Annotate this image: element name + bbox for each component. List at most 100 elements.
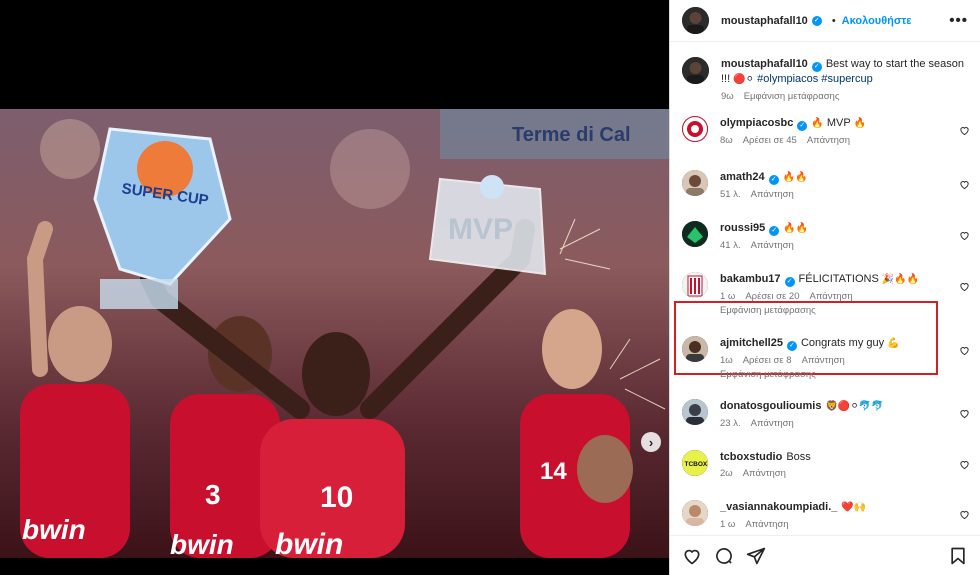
comment-username[interactable]: olympiacosbc [720, 117, 793, 129]
comment-emoji: 🔥🔥 [782, 172, 808, 183]
comment-time: 8ω [720, 135, 733, 146]
comment-likes[interactable]: Αρέσει σε 20 [745, 291, 799, 302]
next-image-button[interactable]: › [641, 432, 661, 452]
post-actions-bar [670, 535, 980, 575]
comment-item: ajmitchell25 ✓ Congrats my guy 💪 1ω Αρέσει … [682, 336, 970, 380]
comment-item-highlighted: bakambu17 ✓ FÉLICITATIONS 🎉🔥🔥 1 ω Αρέσει σε… [682, 272, 970, 316]
comment-item: donatosgoulioumis 🦁🔴⚪🐬🐬 23 λ. Απάντηση [682, 399, 970, 429]
comment-avatar[interactable] [682, 170, 708, 196]
heart-icon[interactable] [959, 345, 970, 356]
jersey-center-number: 10 [320, 481, 353, 514]
caption-time: 9ω [721, 91, 734, 102]
comment-emoji: 🦁🔴⚪🐬🐬 [825, 401, 884, 412]
verified-icon: ✓ [768, 175, 779, 185]
comment-item: _vasiannakoumpiadi._ ❤️🙌 1 ω Απάντηση [682, 500, 970, 530]
author-avatar[interactable] [682, 7, 709, 34]
comment-emoji: 🔥 [811, 118, 824, 129]
comment-avatar[interactable] [682, 221, 708, 247]
banner-text: Terme di Cal [512, 124, 631, 146]
reply-button[interactable]: Απάντηση [751, 240, 794, 251]
heart-icon[interactable] [959, 281, 970, 292]
heart-icon[interactable] [959, 230, 970, 241]
comment-username[interactable]: roussi95 [720, 222, 765, 234]
sponsor-text-center: bwin [275, 528, 343, 558]
comment-emoji: 🎉🔥🔥 [881, 274, 920, 285]
heart-icon[interactable] [959, 509, 970, 520]
comment-avatar[interactable] [682, 336, 708, 362]
caption-hashtags[interactable]: #olympiacos #supercup [757, 73, 873, 85]
reply-button[interactable]: Απάντηση [745, 519, 788, 530]
comment-item: olympiacosbc ✓ 🔥 MVP 🔥 8ω Αρέσει σε 45 Απάντ… [682, 116, 970, 146]
comment-text: Boss [786, 451, 811, 463]
heart-icon[interactable] [959, 408, 970, 419]
comment-time: 23 λ. [720, 418, 741, 429]
post-side-panel: moustaphafall10 ✓ • Ακολουθήστε ••• mous… [669, 0, 980, 575]
comment-emoji: ❤️🙌 [841, 502, 867, 513]
reply-button[interactable]: Απάντηση [807, 135, 850, 146]
verified-icon: ✓ [786, 341, 797, 351]
comment-likes[interactable]: Αρέσει σε 8 [743, 355, 792, 366]
comment-avatar[interactable] [682, 272, 708, 298]
comment-time: 41 λ. [720, 240, 741, 251]
comment-text: MVP [826, 117, 851, 129]
caption-meta: 9ω Εμφάνιση μετάφρασης [721, 91, 970, 102]
comment-username[interactable]: tcboxstudio [720, 451, 782, 463]
comment-time: 1 ω [720, 519, 736, 530]
follow-button[interactable]: Ακολουθήστε [842, 15, 912, 27]
author-username[interactable]: moustaphafall10 [721, 15, 808, 27]
comment-avatar[interactable] [682, 116, 708, 142]
comment-time: 51 λ. [720, 189, 741, 200]
comment-emoji: 🔥 [853, 118, 867, 129]
caption-username[interactable]: moustaphafall10 [721, 58, 808, 70]
jersey-right-number: 14 [540, 458, 567, 485]
comment-text: FÉLICITATIONS [798, 273, 879, 285]
bookmark-icon[interactable] [948, 546, 968, 566]
sponsor-text-far-left: bwin [22, 514, 86, 545]
caption-text: moustaphafall10 ✓ Best way to start the se… [721, 57, 970, 87]
share-icon[interactable] [746, 546, 766, 566]
reply-button[interactable]: Απάντηση [809, 291, 852, 302]
comment-username[interactable]: bakambu17 [720, 273, 781, 285]
comment-emoji: 🔥🔥 [783, 223, 809, 234]
comment-avatar[interactable] [682, 500, 708, 526]
more-icon[interactable]: ••• [949, 12, 968, 29]
reply-button[interactable]: Απάντηση [743, 468, 786, 479]
translate-link[interactable]: Εμφάνιση μετάφρασης [720, 369, 970, 380]
heart-icon[interactable] [959, 125, 970, 136]
comment-username[interactable]: amath24 [720, 171, 765, 183]
reply-button[interactable]: Απάντηση [802, 355, 845, 366]
comment-username[interactable]: ajmitchell25 [720, 337, 783, 349]
reply-button[interactable]: Απάντηση [751, 418, 794, 429]
comment-avatar[interactable]: TCBOX [682, 450, 708, 476]
comment-avatar[interactable] [682, 399, 708, 425]
separator-dot: • [831, 14, 836, 27]
verified-icon: ✓ [797, 121, 808, 131]
heart-icon[interactable] [959, 459, 970, 470]
comment-time: 2ω [720, 468, 733, 479]
comment-emoji: 💪 [887, 338, 900, 349]
tcbox-avatar-label: TCBOX [685, 461, 708, 468]
comment-item: amath24 ✓ 🔥🔥 51 λ. Απάντηση [682, 170, 970, 200]
translate-link[interactable]: Εμφάνιση μετάφρασης [720, 305, 970, 316]
heart-icon[interactable] [959, 179, 970, 190]
verified-icon: ✓ [811, 62, 822, 72]
comment-time: 1 ω [720, 291, 736, 302]
comment-username[interactable]: _vasiannakoumpiadi._ [720, 501, 837, 513]
reply-button[interactable]: Απάντηση [751, 189, 794, 200]
comment-username[interactable]: donatosgoulioumis [720, 400, 821, 412]
media-area: Terme di Cal SUPER CUP MVP 10 3 14 bwin … [0, 0, 669, 575]
verified-icon: ✓ [784, 277, 795, 287]
comment-text: Congrats my guy [800, 337, 885, 349]
caption-avatar[interactable] [682, 57, 709, 84]
photo-illustration: Terme di Cal SUPER CUP MVP 10 3 14 bwin … [20, 109, 669, 558]
caption-emoji: 🔴⚪ [733, 74, 755, 85]
heart-icon[interactable] [682, 546, 702, 566]
comments-list: moustaphafall10 ✓ Best way to start the se… [670, 43, 980, 535]
caption-translate-link[interactable]: Εμφάνιση μετάφρασης [744, 91, 840, 102]
comment-icon[interactable] [714, 546, 734, 566]
comment-likes[interactable]: Αρέσει σε 45 [743, 135, 797, 146]
post-photo[interactable]: Terme di Cal SUPER CUP MVP 10 3 14 bwin … [0, 109, 669, 558]
jersey-left-number: 3 [205, 479, 221, 510]
comment-item: roussi95 ✓ 🔥🔥 41 λ. Απάντηση [682, 221, 970, 251]
sponsor-text-left: bwin [170, 529, 234, 558]
